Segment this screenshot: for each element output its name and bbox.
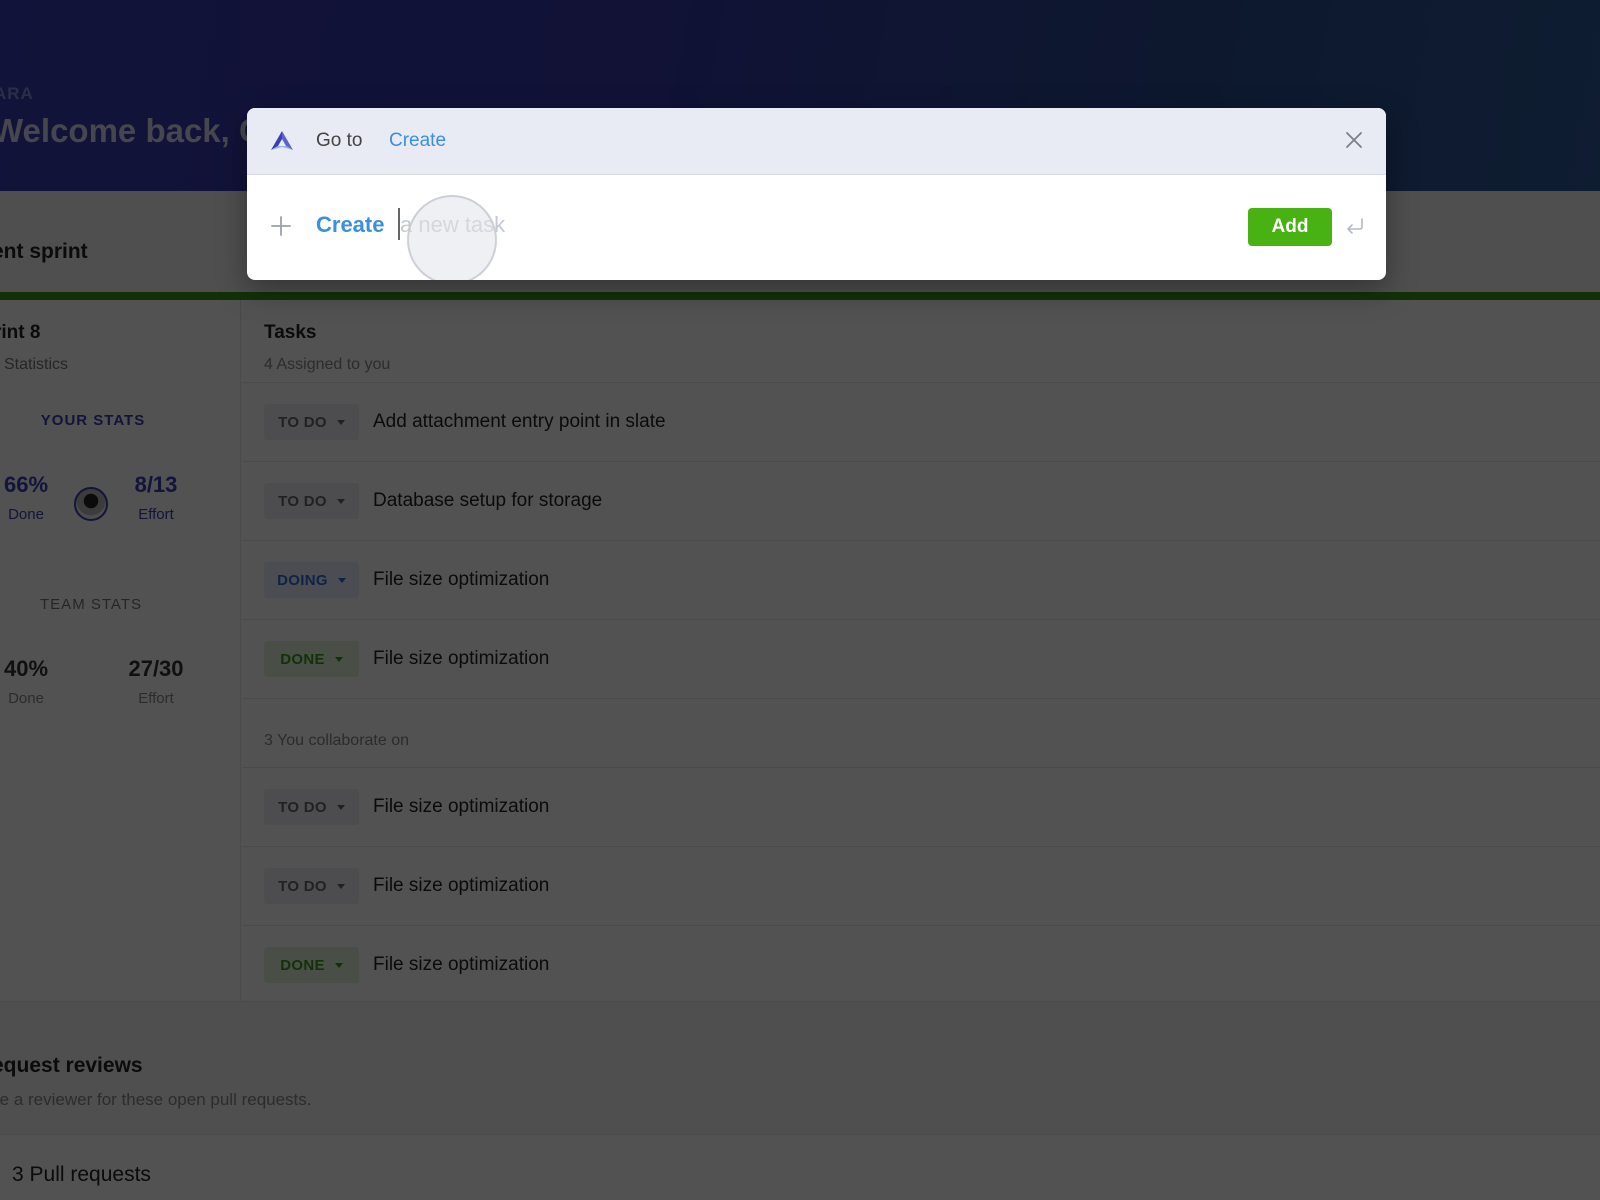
command-palette: Go to Create Create Add [247, 108, 1386, 280]
enter-key-icon [1347, 218, 1363, 234]
command-palette-body: Create Add [247, 175, 1386, 280]
add-button[interactable]: Add [1248, 208, 1332, 246]
text-cursor [398, 208, 400, 240]
goto-label: Go to [316, 130, 363, 151]
close-icon[interactable] [1342, 128, 1366, 152]
app-logo-icon [271, 131, 293, 150]
task-name-input[interactable] [397, 205, 1386, 245]
breadcrumb-create[interactable]: Create [389, 130, 446, 152]
command-palette-header: Go to Create [247, 108, 1386, 175]
command-prefix: Create [316, 212, 385, 237]
plus-icon [271, 216, 291, 236]
